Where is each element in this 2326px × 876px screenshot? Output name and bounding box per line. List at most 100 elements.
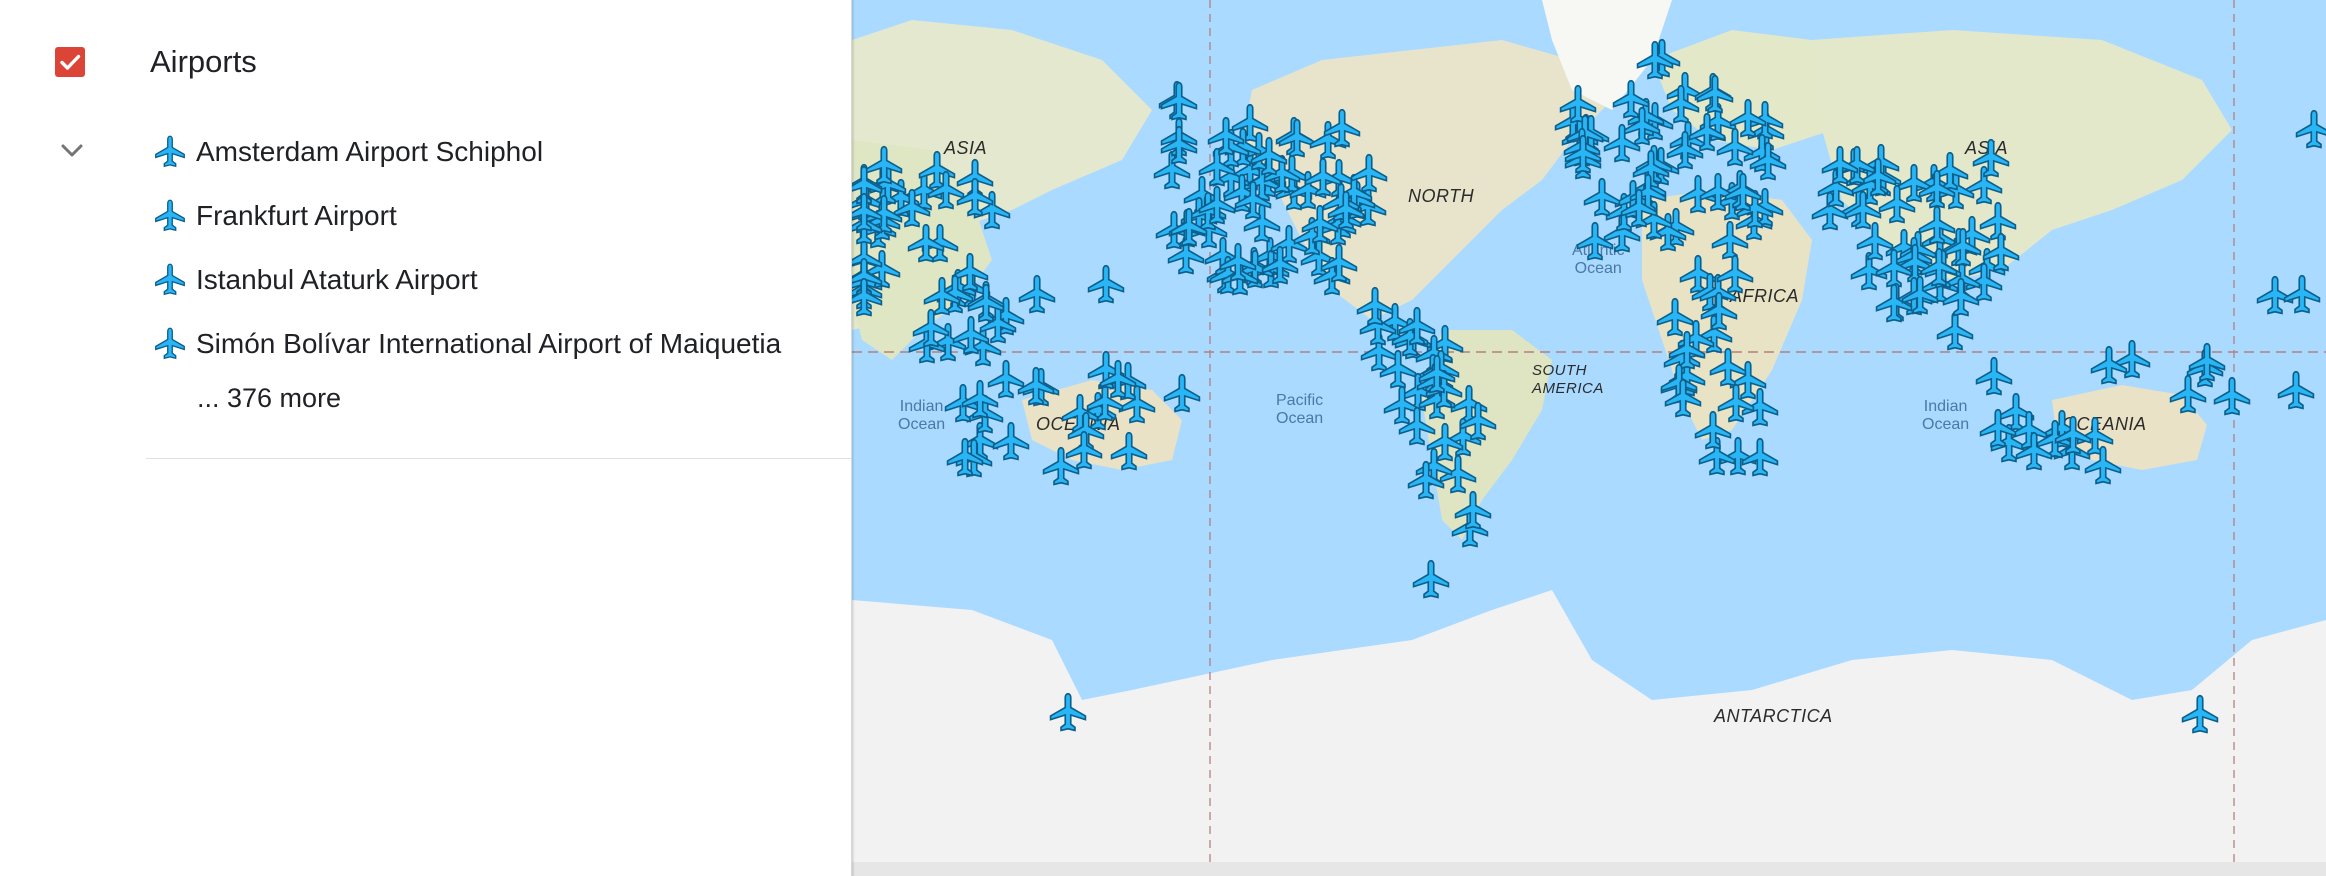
airport-marker[interactable] [1713,126,1757,170]
airport-marker[interactable] [1915,168,1959,212]
airport-marker[interactable] [1317,242,1361,286]
airplane-icon [927,170,965,210]
airport-marker[interactable] [1600,122,1644,166]
divider [146,458,851,459]
airplane-icon [1398,306,1436,346]
airplane-icon [1261,245,1299,285]
airport-marker[interactable] [1972,355,2016,399]
airport-marker[interactable] [2280,273,2324,317]
airport-marker[interactable] [2185,341,2229,385]
airplane-icon [155,135,185,168]
airport-marker[interactable] [924,169,968,213]
airport-marker[interactable] [1320,107,1364,151]
airplane-icon [1942,277,1980,317]
airport-marker[interactable] [958,378,1002,422]
list-item[interactable]: Simón Bolívar International Airport of M… [152,312,781,376]
airport-marker[interactable] [1451,489,1495,533]
list-item-label: Frankfurt Airport [196,200,397,231]
airport-marker[interactable] [1258,244,1302,288]
airport-marker[interactable] [1247,135,1291,179]
airport-marker[interactable] [1976,407,2020,451]
airport-marker[interactable] [1195,184,1239,228]
airport-marker[interactable] [2081,444,2125,488]
expand-toggle[interactable] [55,136,89,166]
airplane-icon [1407,460,1445,500]
layer-visibility-checkbox[interactable] [50,42,90,82]
airplane-icon [2181,694,2219,734]
airport-marker[interactable] [1353,285,1397,329]
airport-marker[interactable] [1395,305,1439,349]
airport-marker[interactable] [2087,344,2131,388]
airport-marker[interactable] [1096,358,1140,402]
list-item-label: Istanbul Ataturk Airport [196,264,478,295]
airport-marker[interactable] [1713,253,1757,297]
airport-marker[interactable] [1409,558,1453,602]
airport-marker[interactable] [1298,203,1342,247]
airplane-icon [1724,172,1762,212]
airport-marker[interactable] [852,191,886,235]
airplane-icon [1716,254,1754,294]
airplane-icon [1620,188,1658,228]
airport-marker[interactable] [1084,263,1128,307]
airplane-icon [1301,204,1339,244]
airport-marker[interactable] [943,436,987,480]
airport-marker[interactable] [1841,189,1885,233]
list-item[interactable]: Amsterdam Airport Schiphol [152,120,781,184]
ocean-label: Pacific Ocean [1276,392,1324,427]
airport-marker[interactable] [1015,273,1059,317]
airplane-icon [2084,445,2122,485]
airport-marker[interactable] [1969,137,2013,181]
list-item[interactable]: Istanbul Ataturk Airport [152,248,781,312]
airport-marker[interactable] [1661,377,1705,421]
show-more-link[interactable]: ... 376 more [197,378,341,418]
airport-marker[interactable] [904,222,948,266]
airport-marker[interactable] [1415,353,1459,397]
airplane-icon [155,199,185,232]
airport-marker[interactable] [1721,171,1765,215]
airport-marker[interactable] [1818,144,1862,188]
airplane-icon [1979,408,2017,448]
airport-marker[interactable] [1157,80,1201,124]
airport-marker[interactable] [909,307,953,351]
airplane-icon [1741,437,1779,477]
airplane-icon [1323,108,1361,148]
chevron-down-icon [61,144,83,157]
airplane-icon [1564,134,1602,174]
airport-marker[interactable] [1160,372,1204,416]
airport-marker[interactable] [852,276,886,320]
airport-marker[interactable] [1107,430,1151,474]
airplane-icon [155,263,185,296]
airport-marker[interactable] [1062,429,1106,473]
airplane-icon [1716,127,1754,167]
airport-marker[interactable] [2292,108,2326,152]
airport-marker[interactable] [1617,187,1661,231]
list-item[interactable]: Frankfurt Airport [152,184,781,248]
airplane-icon [912,308,950,348]
airplane-icon [1717,383,1755,423]
airport-marker[interactable] [1404,459,1448,503]
airport-marker[interactable] [1216,241,1260,285]
airport-marker[interactable] [1633,39,1677,83]
airplane-icon [1099,359,1137,399]
airport-marker[interactable] [1456,400,1500,444]
airport-marker[interactable] [1979,231,2023,275]
airport-marker[interactable] [1609,78,1653,122]
airplane-icon [1207,116,1245,156]
airport-marker[interactable] [1714,382,1758,426]
airplane-icon [1018,274,1056,314]
map-canvas[interactable]: ASIA NORTH AFRICA SOUTH AMERICA OCEANIA … [852,0,2326,862]
airport-marker[interactable] [1939,276,1983,320]
airport-marker[interactable] [1014,365,1058,409]
airplane-icon [1017,366,1055,406]
airport-marker[interactable] [2178,693,2222,737]
airport-marker[interactable] [1561,133,1605,177]
airport-marker[interactable] [2274,369,2318,413]
ocean-label: Indian Ocean [1922,398,1970,433]
airport-marker[interactable] [1204,115,1248,159]
airport-marker[interactable] [1046,691,1090,735]
airport-marker[interactable] [1738,436,1782,480]
airport-marker[interactable] [964,282,1008,326]
airplane-icon [1982,232,2020,272]
airport-list: Amsterdam Airport Schiphol Frankfurt Air… [152,120,781,376]
panel-shadow [851,0,855,876]
